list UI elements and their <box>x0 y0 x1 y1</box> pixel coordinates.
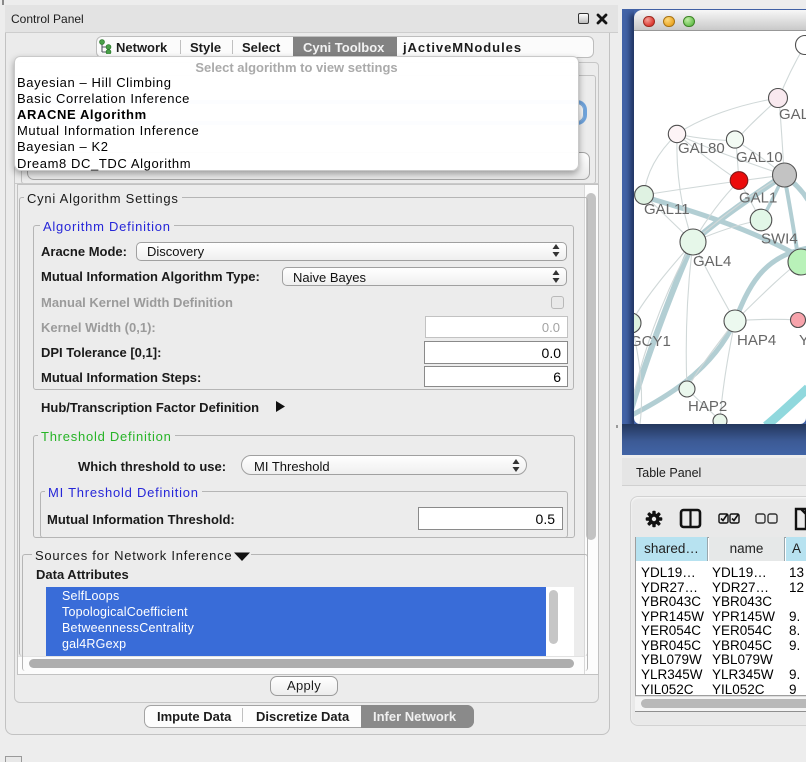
svg-text:GCY1: GCY1 <box>634 333 671 350</box>
svg-text:GAL10: GAL10 <box>736 149 783 166</box>
svg-text:GAL80: GAL80 <box>678 140 725 157</box>
svg-text:GAL11: GAL11 <box>644 201 690 218</box>
svg-text:GAL4: GAL4 <box>693 253 731 270</box>
svg-text:HAP4: HAP4 <box>737 332 776 349</box>
svg-text:GAL: GAL <box>779 106 806 123</box>
svg-text:SWI4: SWI4 <box>761 231 798 248</box>
svg-text:GAL1: GAL1 <box>739 190 777 207</box>
svg-text:HAP2: HAP2 <box>688 398 727 415</box>
svg-text:Y: Y <box>799 332 806 349</box>
